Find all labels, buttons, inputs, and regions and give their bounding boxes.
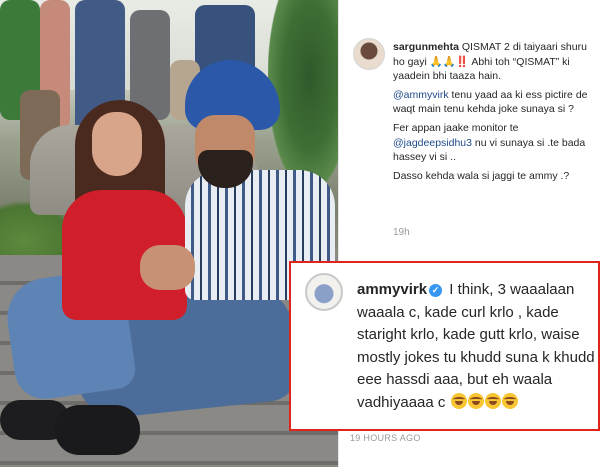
verified-badge-icon: ✓ <box>429 284 443 297</box>
post-caption: sargunmehta QISMAT 2 di taiyaari shuru h… <box>393 40 593 187</box>
laughing-emoji-icon <box>467 392 484 409</box>
mention-link[interactable]: @ammyvirk <box>393 89 449 101</box>
mention-link[interactable]: @jagdeepsidhu3 <box>393 137 472 149</box>
post-timestamp[interactable]: 19h <box>393 227 410 238</box>
laughing-emoji-icon <box>484 392 501 409</box>
comment-timestamp[interactable]: 19 HOURS AGO <box>350 433 421 443</box>
hands <box>140 245 195 290</box>
commenter-username[interactable]: ammyvirk <box>357 281 427 298</box>
laughing-emoji-icon <box>450 392 467 409</box>
comment-body: ammyvirk ✓ I think, 3 waaalaan waaala c, … <box>357 279 595 414</box>
author-username[interactable]: sargunmehta <box>393 41 459 53</box>
author-avatar[interactable] <box>353 38 385 70</box>
highlighted-comment: ammyvirk ✓ I think, 3 waaalaan waaala c, … <box>289 261 600 431</box>
emoji-group <box>450 392 518 411</box>
caption-line: Fer appan jaake monitor te <box>393 121 519 134</box>
comment-text: I think, 3 waaalaan waaala c, kade curl … <box>357 281 595 411</box>
photo-tree <box>268 0 338 190</box>
caption-line: Dasso kehda wala si jaggi te ammy .? <box>393 169 570 182</box>
commenter-avatar[interactable] <box>305 273 343 311</box>
laughing-emoji-icon <box>501 392 518 409</box>
man-shoe <box>55 405 140 455</box>
post-photo <box>0 0 338 467</box>
woman-face <box>92 112 142 176</box>
